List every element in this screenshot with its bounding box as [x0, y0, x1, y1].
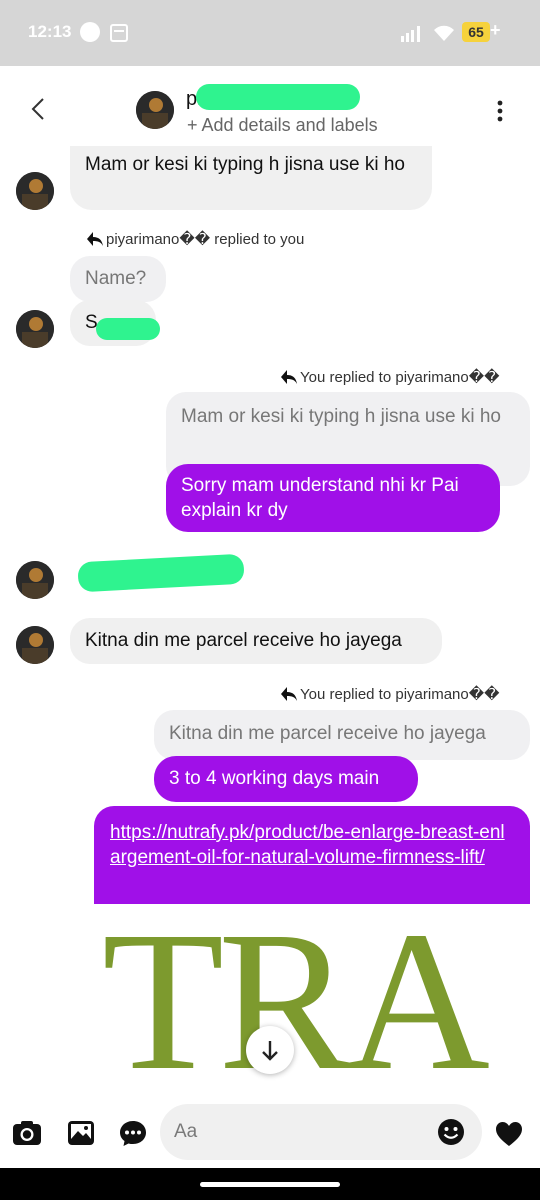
received-message[interactable]: Kitna din me parcel receive ho jayega — [70, 618, 442, 664]
status-time: 12:13 — [28, 22, 72, 41]
redaction-mark — [77, 553, 245, 593]
camera-icon[interactable] — [12, 1118, 42, 1148]
message-input-box[interactable] — [160, 1104, 482, 1160]
sender-avatar[interactable] — [16, 310, 54, 348]
add-details-link[interactable]: + Add details and labels — [187, 115, 378, 136]
received-message[interactable]: Mam or kesi ki typing h jisna use ki ho — [70, 146, 432, 210]
home-indicator[interactable] — [200, 1182, 340, 1187]
redaction-mark — [96, 318, 160, 340]
battery-level: 65 — [462, 22, 490, 42]
message-input[interactable] — [174, 1104, 434, 1160]
reply-arrow-icon — [281, 687, 297, 701]
link-message[interactable]: https://nutrafy.pk/product/be-enlarge-br… — [94, 806, 530, 904]
status-bar: 12:13 65 + — [0, 0, 540, 66]
reply-note: You replied to piyarimano�� — [280, 368, 499, 386]
scroll-to-bottom-button[interactable] — [246, 1026, 294, 1074]
system-nav-bar — [0, 1168, 540, 1200]
wifi-icon — [434, 25, 454, 41]
redaction-mark — [196, 84, 360, 110]
sender-avatar[interactable] — [16, 561, 54, 599]
link-preview-image[interactable]: TRA — [94, 904, 530, 1094]
reply-note: piyarimano�� replied to you — [86, 230, 304, 248]
reply-note-text: piyarimano�� replied to you — [106, 231, 305, 248]
back-icon[interactable] — [26, 96, 52, 122]
sent-message[interactable]: Sorry mam understand nhi kr Pai explain … — [166, 464, 500, 532]
signal-icon — [401, 26, 420, 42]
calendar-status-icon — [110, 24, 128, 42]
reply-note-text: You replied to piyarimano�� — [300, 686, 500, 703]
sender-avatar[interactable] — [16, 626, 54, 664]
gallery-icon[interactable] — [66, 1118, 96, 1148]
contact-avatar[interactable] — [136, 91, 174, 129]
emoji-icon[interactable] — [436, 1117, 466, 1147]
reply-note: You replied to piyarimano�� — [280, 685, 499, 703]
reply-arrow-icon — [87, 232, 103, 246]
quoted-message[interactable]: Name? — [70, 256, 166, 302]
chat-bubble-icon[interactable] — [118, 1118, 148, 1148]
sender-avatar[interactable] — [16, 172, 54, 210]
more-icon[interactable] — [494, 100, 506, 122]
reply-note-text: You replied to piyarimano�� — [300, 369, 500, 386]
sent-message[interactable]: 3 to 4 working days main — [154, 756, 418, 802]
battery-charging: + — [490, 20, 501, 40]
quoted-message[interactable]: Kitna din me parcel receive ho jayega — [154, 710, 530, 760]
product-link[interactable]: https://nutrafy.pk/product/be-enlarge-br… — [110, 822, 505, 868]
settings-status-icon — [80, 22, 100, 42]
reply-arrow-icon — [281, 370, 297, 384]
heart-icon[interactable] — [494, 1119, 524, 1149]
arrow-down-icon — [262, 1041, 278, 1061]
